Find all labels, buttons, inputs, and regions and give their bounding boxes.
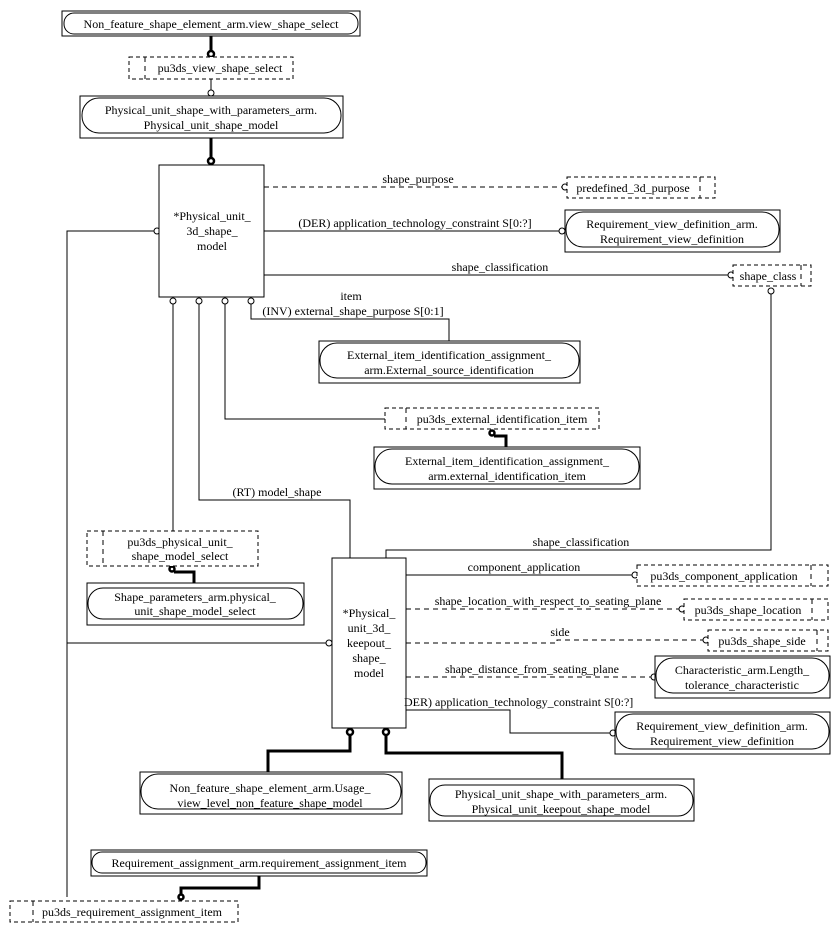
select-pu3ds-component-application[interactable]: pu3ds_component_application [636, 564, 829, 587]
select-pu3ds-physical-unit-shape-model-select[interactable]: pu3ds_physical_unit_ shape_model_select [86, 530, 259, 567]
entity-physical-unit-keepout-shape-model[interactable]: Physical_unit_shape_with_parameters_arm.… [428, 778, 695, 822]
entity-requirement-view-definition-1[interactable]: Requirement_view_definition_arm. Require… [564, 209, 781, 253]
entity-label: model [197, 239, 228, 253]
thick-end-circle [381, 727, 391, 737]
entity-label: Physical_unit_keepout_shape_model [472, 802, 651, 816]
select-label: pu3ds_external_identification_item [417, 412, 588, 426]
entity-label: Characteristic_arm.Length_ [675, 663, 810, 677]
relation-label-shape-classification-1: shape_classification [452, 260, 549, 274]
thick-end-circle [168, 565, 176, 573]
thick-end-circle [206, 49, 216, 59]
entity-label: *Physical_ [343, 606, 397, 620]
entity-label: unit_shape_model_select [134, 604, 256, 618]
line-ext-id-item-select [494, 434, 508, 447]
entity-label: Requirement_view_definition [650, 734, 794, 748]
entity-label: 3d_shape_ [186, 224, 238, 238]
entity-label: Shape_parameters_arm.physical_ [114, 590, 277, 604]
type-label: predefined_3d_purpose [576, 181, 689, 195]
select-label: pu3ds_shape_side [718, 634, 805, 648]
relation-label-item: item [340, 289, 362, 303]
entity-label: Non_feature_shape_element_arm.view_shape… [84, 17, 340, 31]
select-label: pu3ds_view_shape_select [158, 61, 283, 75]
entity-label: Physical_unit_shape_model [144, 118, 279, 132]
line-req-assignment [179, 876, 261, 895]
type-label: shape_class [740, 269, 797, 283]
select-label: pu3ds_component_application [650, 569, 797, 583]
relation-label-shape-purpose: shape_purpose [382, 172, 453, 186]
entity-label: Physical_unit_shape_with_parameters_arm. [455, 787, 667, 801]
express-g-diagram: Non_feature_shape_element_arm.view_shape… [9, 10, 831, 923]
entity-label: view_level_non_feature_shape_model [177, 796, 363, 810]
relation-label-app-tech-constraint-1: (DER) application_technology_constraint … [298, 216, 531, 230]
select-pu3ds-external-identification-item[interactable]: pu3ds_external_identification_item [384, 407, 600, 430]
select-label: pu3ds_physical_unit_ [127, 535, 233, 549]
entity-label: Non_feature_shape_element_arm.Usage_ [170, 781, 372, 795]
type-predefined-3d-purpose[interactable]: predefined_3d_purpose [566, 176, 716, 199]
entity-label: Requirement_view_definition_arm. [586, 217, 758, 231]
end-circle [207, 89, 215, 97]
end-circle [221, 297, 229, 305]
relation-label-rt-model-shape: (RT) model_shape [233, 485, 322, 499]
end-circle [325, 639, 333, 647]
end-circle [558, 227, 566, 235]
end-circle [195, 297, 203, 305]
entity-label: unit_3d_ [348, 621, 392, 635]
select-pu3ds-requirement-assignment-item[interactable]: pu3ds_requirement_assignment_item [9, 900, 239, 923]
entity-label: Requirement_assignment_arm.requirement_a… [112, 856, 408, 870]
entity-label: keepout_ [347, 636, 392, 650]
thick-end-circle [177, 893, 185, 901]
select-label: pu3ds_requirement_assignment_item [42, 905, 223, 919]
entity-label: Requirement_view_definition [600, 232, 744, 246]
entity-label: arm.External_source_identification [364, 363, 534, 377]
select-pu3ds-view-shape-select[interactable]: pu3ds_view_shape_select [128, 56, 294, 80]
entity-physical-unit-3d-shape-model[interactable]: *Physical_unit_ 3d_shape_ model [158, 164, 265, 298]
select-label: pu3ds_shape_location [695, 603, 802, 617]
entity-label: Physical_unit_shape_with_parameters_arm. [105, 103, 317, 117]
thick-end-circle [345, 727, 355, 737]
line-app-tech-constraint-2 [406, 709, 610, 734]
entity-label: External_item_identification_assignment_ [347, 348, 552, 362]
entity-label: Requirement_view_definition_arm. [636, 719, 808, 733]
entity-usage-view-level-non-feature-shape-model[interactable]: Non_feature_shape_element_arm.Usage_ vie… [139, 771, 403, 815]
relation-label-shape-classification-2: shape_classification [533, 535, 630, 549]
type-shape-class[interactable]: shape_class [732, 264, 812, 287]
select-pu3ds-shape-location[interactable]: pu3ds_shape_location [683, 598, 829, 621]
select-label: shape_model_select [132, 549, 229, 563]
relation-label-shape-distance: shape_distance_from_seating_plane [445, 662, 619, 676]
line-shape-params-select [174, 570, 196, 583]
relation-label-component-application: component_application [468, 560, 581, 574]
entity-pusw-shape-model[interactable]: Physical_unit_shape_with_parameters_arm.… [79, 95, 344, 139]
entity-label: arm.external_identification_item [428, 469, 586, 483]
line-to-keepout-shape-model [384, 735, 564, 779]
line-side [406, 639, 703, 644]
select-pu3ds-shape-side[interactable]: pu3ds_shape_side [707, 629, 829, 652]
relation-label-side: side [550, 625, 569, 639]
thick-end-circle [206, 156, 216, 166]
end-circle [169, 297, 177, 305]
entity-label: model [354, 666, 385, 680]
entity-label: shape_ [352, 651, 386, 665]
entity-label: *Physical_unit_ [173, 209, 251, 223]
relation-labels: shape_purpose (DER) application_technolo… [233, 172, 662, 709]
entity-physical-unit-3d-keepout-shape-model[interactable]: *Physical_ unit_3d_ keepout_ shape_ mode… [331, 557, 407, 729]
entity-nfse-view-shape-select[interactable]: Non_feature_shape_element_arm.view_shape… [61, 10, 361, 37]
entity-requirement-assignment-item[interactable]: Requirement_assignment_arm.requirement_a… [90, 849, 428, 877]
entity-label: External_item_identification_assignment_ [405, 454, 610, 468]
thick-end-circle [488, 429, 496, 437]
entity-external-source-identification[interactable]: External_item_identification_assignment_… [318, 340, 581, 384]
entity-requirement-view-definition-2[interactable]: Requirement_view_definition_arm. Require… [614, 711, 831, 755]
entity-external-identification-item[interactable]: External_item_identification_assignment_… [373, 446, 641, 490]
entity-label: tolerance_characteristic [685, 678, 799, 692]
relation-label-shape-location: shape_location_with_respect_to_seating_p… [435, 594, 662, 608]
end-circle [767, 287, 775, 295]
relation-label-app-tech-constraint-2: DER) application_technology_constraint S… [404, 695, 633, 709]
entity-length-tolerance-characteristic[interactable]: Characteristic_arm.Length_ tolerance_cha… [654, 655, 831, 699]
entity-shape-parameters-select[interactable]: Shape_parameters_arm.physical_ unit_shap… [86, 582, 305, 626]
end-circle [247, 297, 255, 305]
relation-label-inv-external-shape-purpose: (INV) external_shape_purpose S[0:1] [262, 304, 443, 318]
line-to-usage-view-model [266, 735, 352, 772]
